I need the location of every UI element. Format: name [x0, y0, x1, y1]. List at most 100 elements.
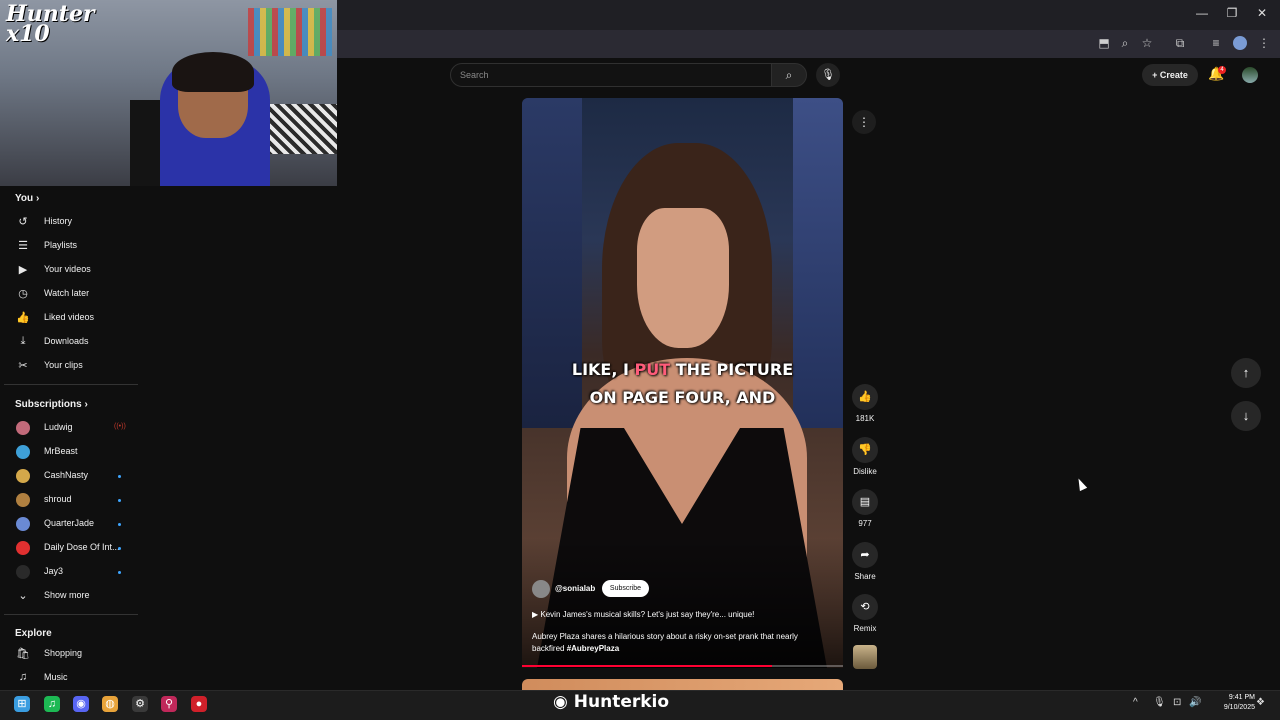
new-content-dot: [118, 547, 121, 550]
short-video-player[interactable]: LIKE, I PUT THE PICTURE ON PAGE FOUR, AN…: [522, 98, 843, 668]
search-placeholder: Search: [460, 70, 489, 80]
sidebar-item-label: Downloads: [44, 336, 89, 346]
sidebar-item-label: Liked videos: [44, 312, 95, 322]
streamer-watermark: ◉ Hunterkio: [553, 692, 670, 712]
restore-icon[interactable]: ❐: [1222, 6, 1242, 20]
sidebar-item-history[interactable]: ↺ History: [0, 212, 140, 232]
browser-menu-icon[interactable]: ⋮: [1256, 36, 1272, 50]
sidebar-item-label: Playlists: [44, 240, 78, 250]
tray-network-icon[interactable]: ⊡: [1173, 697, 1181, 708]
audio-source-thumbnail[interactable]: [853, 645, 877, 669]
your-videos-icon: ▶: [18, 264, 28, 276]
share-button[interactable]: ➦ Share: [847, 542, 883, 592]
cast-icon[interactable]: ⬒: [1096, 36, 1112, 50]
sidebar-item-your-clips[interactable]: ✂ Your clips: [0, 356, 140, 376]
sidebar-item-quarterjade[interactable]: QuarterJade: [0, 514, 140, 534]
media-control-icon[interactable]: ≡: [1208, 36, 1224, 50]
sidebar-divider: [4, 384, 138, 385]
hashtag-link[interactable]: #AubreyPlaza: [567, 644, 619, 653]
video-subject-face: [637, 208, 729, 348]
new-content-dot: [118, 499, 121, 502]
search-input[interactable]: Search: [450, 63, 772, 87]
sidebar-item-shopping[interactable]: 🛍 Shopping: [0, 644, 140, 664]
voice-search-button[interactable]: 🎙: [816, 63, 840, 87]
tray-microphone-icon[interactable]: 🎙: [1153, 697, 1166, 708]
like-button[interactable]: 👍 181K: [847, 384, 883, 434]
tray-chevron-up-icon[interactable]: ^: [1133, 697, 1138, 708]
discord-icon[interactable]: ◉: [73, 696, 89, 712]
tray-volume-icon[interactable]: 🔊: [1189, 697, 1201, 708]
next-short-preview[interactable]: [522, 679, 843, 690]
next-short-button[interactable]: ↓: [1231, 401, 1261, 431]
avatar: [16, 469, 30, 483]
sidebar-item-playlists[interactable]: ☰ Playlists: [0, 236, 140, 256]
new-content-dot: [118, 475, 121, 478]
microphone-icon: 🎙: [821, 69, 835, 81]
record-app-icon[interactable]: ●: [191, 696, 207, 712]
browser-profile-avatar[interactable]: [1233, 36, 1247, 50]
more-vertical-icon: ⋮: [858, 115, 870, 129]
comment-count: 977: [858, 519, 872, 528]
sidebar-item-cashnasty[interactable]: CashNasty: [0, 466, 140, 486]
more-options-button[interactable]: ⋮: [852, 110, 876, 134]
dislike-button[interactable]: 👎 Dislike: [847, 437, 883, 487]
create-button[interactable]: + Create: [1142, 64, 1198, 86]
steam-icon[interactable]: ⚙: [132, 696, 148, 712]
download-icon: ⤓: [20, 335, 26, 347]
sidebar-show-more[interactable]: ⌄ Show more: [0, 586, 140, 606]
sidebar-item-shroud[interactable]: shroud: [0, 490, 140, 510]
thumbs-down-icon: 👎: [852, 437, 878, 463]
subscribe-button[interactable]: Subscribe: [602, 580, 649, 597]
section-you-title[interactable]: You ›: [15, 193, 39, 204]
related-video-link[interactable]: ▶ Kevin James's musical skills? Let's ju…: [532, 610, 754, 619]
chevron-right-icon: ›: [84, 399, 88, 410]
close-icon[interactable]: ✕: [1252, 6, 1272, 20]
avatar: [16, 541, 30, 555]
previous-short-button[interactable]: ↑: [1231, 358, 1261, 388]
avatar: [16, 517, 30, 531]
sidebar-item-your-videos[interactable]: ▶ Your videos: [0, 260, 140, 280]
sidebar-item-label: History: [44, 216, 73, 226]
sidebar-item-downloads[interactable]: ⤓ Downloads: [0, 332, 140, 352]
extensions-icon[interactable]: ⧉: [1172, 36, 1188, 51]
sidebar-item-label: Daily Dose Of Int...: [44, 542, 120, 552]
share-icon: ➦: [852, 542, 878, 568]
sidebar-item-music[interactable]: ♫ Music: [0, 668, 140, 688]
webcam-person-hair: [172, 52, 254, 92]
sidebar-item-label: CashNasty: [44, 470, 89, 480]
playlists-icon: ☰: [18, 240, 28, 252]
mouse-cursor-icon: [1074, 476, 1088, 492]
user-avatar[interactable]: [1242, 67, 1258, 83]
avatar[interactable]: [532, 580, 550, 598]
sidebar-item-daily-dose[interactable]: Daily Dose Of Int...: [0, 538, 140, 558]
channel-name[interactable]: @sonialab: [555, 584, 595, 593]
bookmark-star-icon[interactable]: ☆: [1139, 36, 1155, 50]
search-button[interactable]: ⌕: [771, 63, 807, 87]
section-subscriptions-title[interactable]: Subscriptions ›: [15, 399, 88, 410]
remix-button[interactable]: ⟲ Remix: [847, 594, 883, 644]
sidebar-item-watch-later[interactable]: ◷ Watch later: [0, 284, 140, 304]
sidebar-item-label: QuarterJade: [44, 518, 95, 528]
sidebar-item-label: Ludwig: [44, 422, 73, 432]
chrome-icon[interactable]: ◍: [102, 696, 118, 712]
webcam-overlay: Hunter x10: [0, 0, 337, 186]
taskbar-clock[interactable]: 9:41 PM 9/10/2025: [1205, 693, 1255, 713]
clock-time: 9:41 PM: [1228, 694, 1255, 701]
windows-start-icon[interactable]: ⊞: [14, 696, 30, 712]
pin-app-icon[interactable]: ⚲: [161, 696, 177, 712]
video-progress-bar[interactable]: [522, 665, 843, 667]
sidebar-item-jay3[interactable]: Jay3: [0, 562, 140, 582]
arrow-up-icon: ↑: [1242, 365, 1250, 380]
shopping-bag-icon: 🛍: [16, 648, 30, 660]
sidebar-item-ludwig[interactable]: Ludwig ((•)): [0, 418, 140, 438]
notification-center-icon[interactable]: ❖: [1256, 697, 1265, 708]
comments-button[interactable]: ▤ 977: [847, 489, 883, 539]
sidebar-item-liked-videos[interactable]: 👍 Liked videos: [0, 308, 140, 328]
new-content-dot: [118, 523, 121, 526]
zoom-icon[interactable]: ⌕: [1117, 36, 1133, 51]
sidebar-item-mrbeast[interactable]: MrBeast: [0, 442, 140, 462]
minimize-icon[interactable]: —: [1192, 6, 1212, 20]
spotify-icon[interactable]: ♫: [44, 696, 60, 712]
section-explore-title: Explore: [15, 628, 52, 639]
sidebar: You › ↺ History ☰ Playlists ▶ Your videos ◷…: [0, 186, 140, 690]
